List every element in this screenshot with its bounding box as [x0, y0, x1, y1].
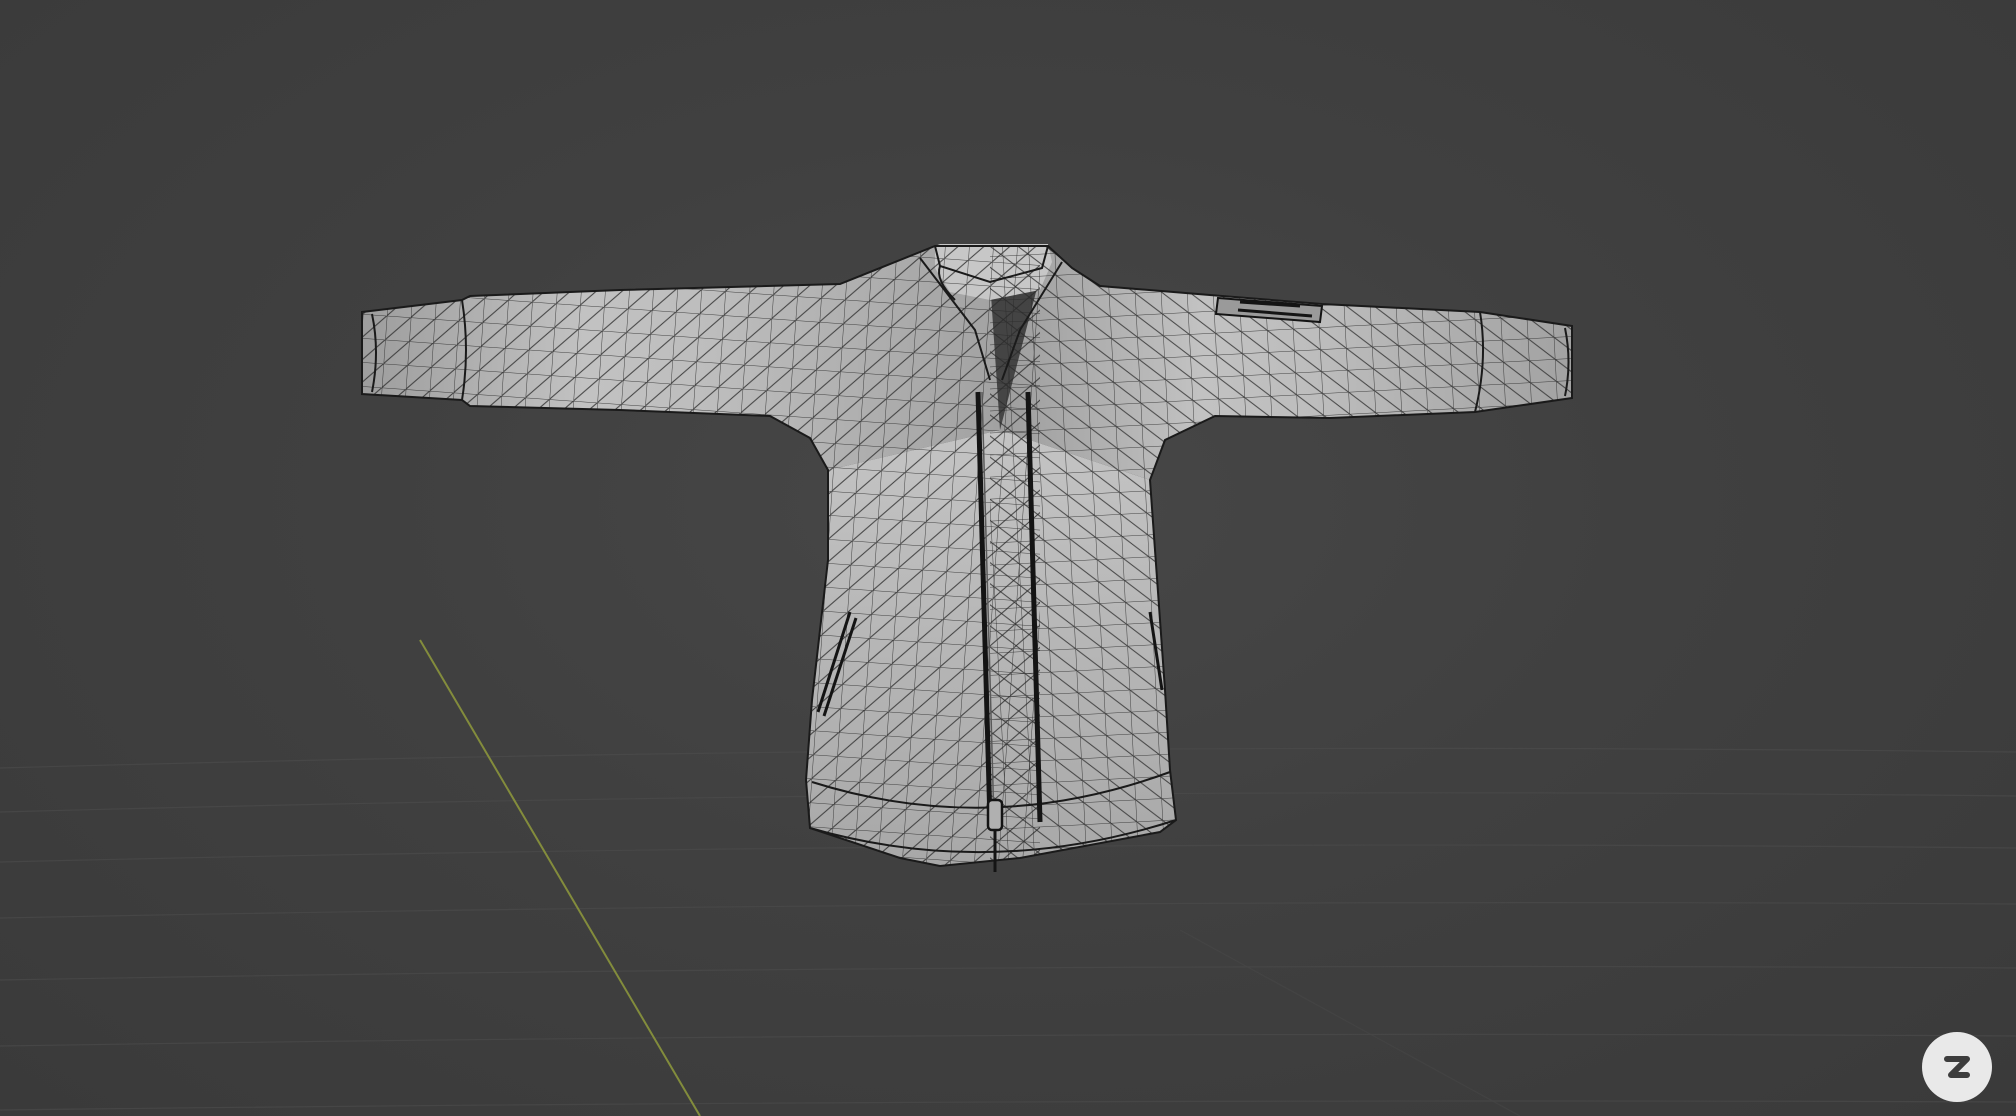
wireframe-overlay: [362, 246, 1572, 866]
logo-badge: [1922, 1032, 1992, 1102]
y-axis-line: [419, 639, 701, 1116]
3d-viewport[interactable]: [0, 0, 2016, 1116]
viewport-scene: [0, 230, 2016, 1116]
jacket-mesh[interactable]: [340, 230, 1610, 880]
z-logo-icon: [1944, 1056, 1970, 1078]
